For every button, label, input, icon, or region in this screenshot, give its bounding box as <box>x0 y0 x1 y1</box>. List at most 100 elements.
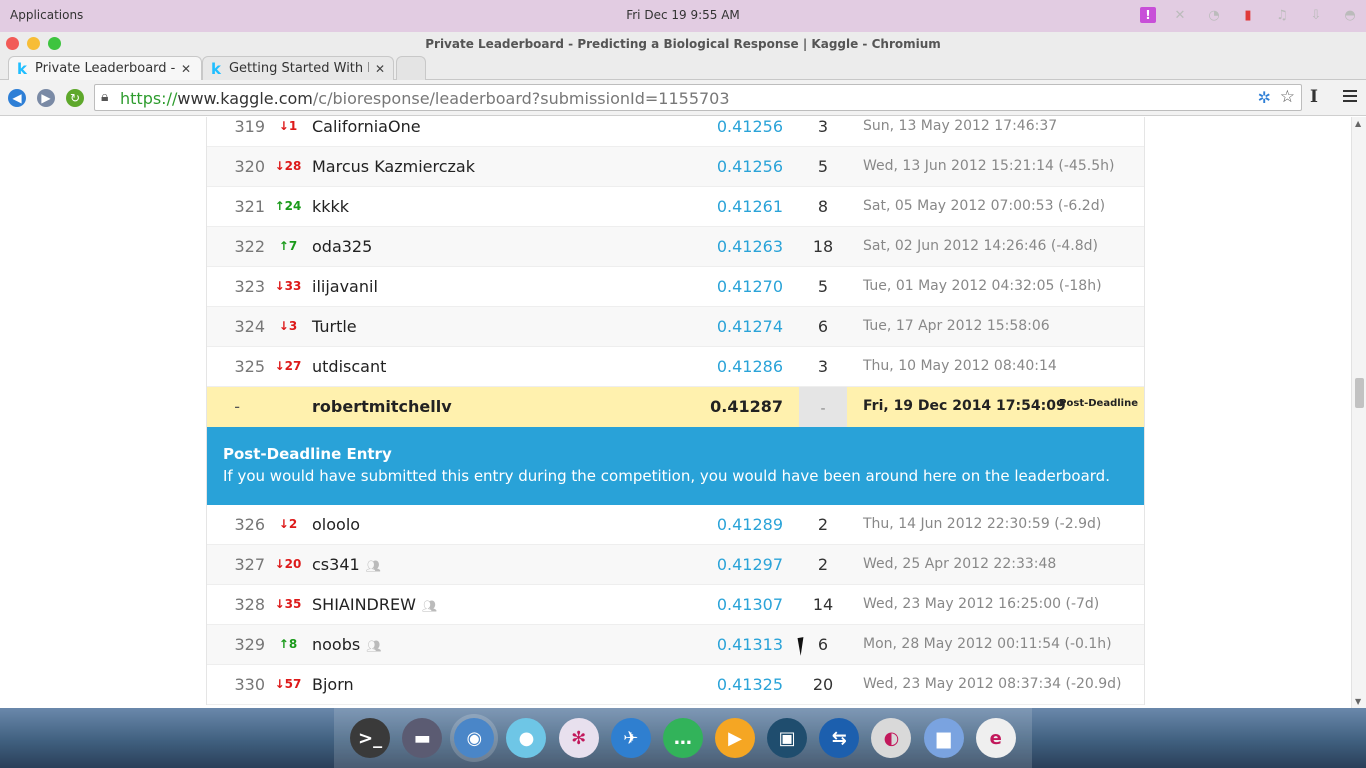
bluetooth-off-icon[interactable]: ✕ <box>1170 6 1190 24</box>
application-dock: >_ ▬ ◉ ● ✻ ✈ … ▶ ▣ ⇆ ◐ ▆ e <box>334 708 1032 768</box>
team-members-icon[interactable]: 👥︎ <box>366 639 381 653</box>
browser-toolbar: ◀ ▶ ↻ 🔒︎ https://www.kaggle.com/c/biores… <box>0 80 1366 116</box>
power-icon[interactable]: ◓ <box>1340 6 1360 24</box>
table-row: 325 ↓27 utdiscant 0.41286 3 Thu, 10 May 2012 … <box>207 347 1144 387</box>
entries-cell: 2 <box>817 515 829 534</box>
extension-icon[interactable]: ✲ <box>1258 88 1271 107</box>
team-name[interactable]: oloolo <box>312 515 360 534</box>
team-name[interactable]: cs341 <box>312 555 360 574</box>
rank-change: ↑7 <box>278 239 298 253</box>
rank-change: ↓2 <box>278 517 298 531</box>
last-submission-cell: Wed, 23 May 2012 08:37:34 (-20.9d) <box>863 676 1122 692</box>
team-cell: CaliforniaOne <box>312 117 421 136</box>
applications-menu[interactable]: Applications <box>10 8 83 22</box>
team-name[interactable]: SHIAINDREW <box>312 595 416 614</box>
team-cell: Marcus Kazmierczak <box>312 157 475 176</box>
mail-app-icon[interactable]: ✈ <box>610 718 651 758</box>
last-submission-cell: Wed, 23 May 2012 16:25:00 (-7d) <box>863 596 1100 612</box>
notification-icon[interactable]: ! <box>1140 7 1156 23</box>
team-name[interactable]: robertmitchellv <box>312 397 452 416</box>
download-icon[interactable]: ⇩ <box>1306 6 1326 24</box>
kaggle-k-icon: k <box>211 59 221 78</box>
team-name[interactable]: Bjorn <box>312 675 354 694</box>
rank-cell: 325 <box>234 357 265 376</box>
entries-cell: 5 <box>817 277 829 296</box>
entries-cell: 3 <box>817 357 829 376</box>
team-name[interactable]: noobs <box>312 635 360 654</box>
your-entry-row: - robertmitchellv 0.41287 - Fri, 19 Dec … <box>207 387 1144 427</box>
table-row: 320 ↓28 Marcus Kazmierczak 0.41256 5 Wed, 13 … <box>207 147 1144 187</box>
folder-app-icon[interactable]: ▆ <box>923 718 964 758</box>
extension-cursor-icon[interactable]: I <box>1310 87 1318 107</box>
new-tab-button[interactable] <box>396 56 426 80</box>
score-cell: 0.41256 <box>716 117 783 136</box>
tab-strip: k Private Leaderboard - P ✕ k Getting St… <box>0 56 1366 80</box>
scrollbar-thumb[interactable] <box>1355 378 1364 408</box>
connect-app-icon[interactable]: ⇆ <box>819 718 860 758</box>
team-name[interactable]: CaliforniaOne <box>312 117 421 136</box>
address-bar[interactable]: 🔒︎ https://www.kaggle.com/c/bioresponse/… <box>94 84 1302 111</box>
rank-cell: 327 <box>234 555 265 574</box>
rank-cell: 319 <box>234 117 265 136</box>
files-app-icon[interactable]: ▬ <box>402 718 443 758</box>
score-cell: 0.41313 <box>716 635 783 654</box>
rank-change: ↓3 <box>278 319 298 333</box>
browser-menu-icon[interactable] <box>1343 90 1357 105</box>
tab-label: Private Leaderboard - P <box>34 61 175 76</box>
bell-icon[interactable]: ♫ <box>1272 6 1292 24</box>
table-row: 324 ↓3 Turtle 0.41274 6 Tue, 17 Apr 2012 15:5… <box>207 307 1144 347</box>
team-name[interactable]: Turtle <box>312 317 357 336</box>
scroll-down-icon[interactable]: ▼ <box>1355 697 1361 706</box>
battery-icon[interactable]: ▮ <box>1238 6 1258 24</box>
terminal-app-icon[interactable]: >_ <box>350 718 391 758</box>
last-submission-cell: Fri, 19 Dec 2014 17:54:09 <box>863 398 1066 414</box>
writer-app-icon[interactable]: e <box>975 718 1016 758</box>
tab-getting-started[interactable]: k Getting Started With P ✕ <box>202 56 394 80</box>
team-cell: noobs 👥︎ <box>312 635 381 654</box>
team-cell: oda325 <box>312 237 372 256</box>
screenshot-app-icon[interactable]: ▣ <box>767 718 808 758</box>
entries-cell: 14 <box>812 595 834 614</box>
team-name[interactable]: oda325 <box>312 237 372 256</box>
team-name[interactable]: utdiscant <box>312 357 386 376</box>
forward-arrow-icon[interactable]: ▶ <box>37 89 55 107</box>
rank-change: ↓20 <box>274 557 302 571</box>
atom-app-icon[interactable]: ✻ <box>558 718 599 758</box>
team-members-icon[interactable]: 👥︎ <box>422 599 437 613</box>
reload-icon[interactable]: ↻ <box>66 89 84 107</box>
rank-cell: 323 <box>234 277 265 296</box>
entries-cell: 20 <box>812 675 834 694</box>
media-app-icon[interactable]: ▶ <box>715 718 756 758</box>
chromium-app-icon[interactable]: ◉ <box>454 718 495 758</box>
scroll-up-icon[interactable]: ▲ <box>1355 119 1361 128</box>
url-text[interactable]: https://www.kaggle.com/c/bioresponse/lea… <box>120 89 730 108</box>
score-cell: 0.41261 <box>716 197 783 216</box>
team-name[interactable]: Marcus Kazmierczak <box>312 157 475 176</box>
bookmark-star-icon[interactable]: ☆ <box>1280 87 1295 107</box>
bird-app-icon[interactable]: ● <box>506 718 547 758</box>
table-row: 326 ↓2 oloolo 0.41289 2 Thu, 14 Jun 2012 22:3… <box>207 505 1144 545</box>
chat-app-icon[interactable]: … <box>662 718 703 758</box>
leaderboard-rows: 319 ↓1 CaliforniaOne 0.41256 3 Sun, 13 May 20… <box>207 117 1144 387</box>
rank-cell: 330 <box>234 675 265 694</box>
close-tab-icon[interactable]: ✕ <box>181 62 191 76</box>
team-cell: Turtle <box>312 317 357 336</box>
rank-change: ↓35 <box>274 597 302 611</box>
table-row: 322 ↑7 oda325 0.41263 18 Sat, 02 Jun 2012 14:… <box>207 227 1144 267</box>
wifi-icon[interactable]: ◔ <box>1204 6 1224 24</box>
table-row: 329 ↑8 noobs 👥︎ 0.41313 6 Mon, 28 May 2012 00:… <box>207 625 1144 665</box>
back-arrow-icon[interactable]: ◀ <box>8 89 26 107</box>
team-name[interactable]: kkkk <box>312 197 349 216</box>
entries-cell: 5 <box>817 157 829 176</box>
entries-cell: 2 <box>817 555 829 574</box>
tab-private-leaderboard[interactable]: k Private Leaderboard - P ✕ <box>8 56 202 80</box>
rank-cell: 329 <box>234 635 265 654</box>
vertical-scrollbar[interactable]: ▲ ▼ <box>1351 117 1366 708</box>
rank-cell: 320 <box>234 157 265 176</box>
table-row: 328 ↓35 SHIAINDREW 👥︎ 0.41307 14 Wed, 23 May 2… <box>207 585 1144 625</box>
toggles-app-icon[interactable]: ◐ <box>871 718 912 758</box>
rank-cell: 328 <box>234 595 265 614</box>
team-name[interactable]: ilijavanil <box>312 277 378 296</box>
team-members-icon[interactable]: 👥︎ <box>366 559 381 573</box>
close-tab-icon[interactable]: ✕ <box>375 62 385 76</box>
